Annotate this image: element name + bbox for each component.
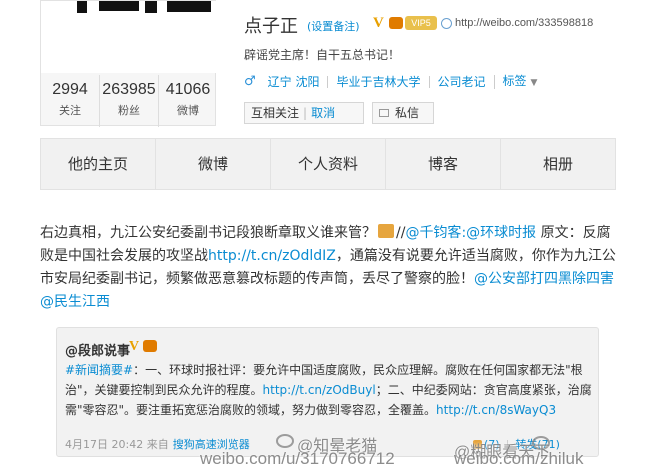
stats-row: 2994 关注 263985 粉丝 41066 微博 bbox=[41, 75, 217, 127]
mention-link[interactable]: @民生江西 bbox=[40, 294, 110, 310]
message-label: 私信 bbox=[395, 106, 420, 120]
follow-status-label: 互相关注 bbox=[251, 106, 300, 120]
chevron-down-icon: ▼ bbox=[530, 77, 538, 88]
weibo-logo-icon bbox=[276, 434, 294, 448]
stat-value: 2994 bbox=[52, 81, 88, 98]
tab-blog[interactable]: 博客 bbox=[386, 139, 501, 189]
mention-link[interactable]: @千钧客 bbox=[405, 225, 461, 241]
retweet-author-link[interactable]: @段郎说事 bbox=[65, 340, 130, 359]
profile-info-row: ♂ 辽宁 沈阳 毕业于吉林大学 公司老记 标签 ▼ bbox=[244, 74, 545, 89]
member-icon[interactable] bbox=[389, 17, 403, 29]
stat-label: 粉丝 bbox=[118, 104, 140, 117]
profile-url-link[interactable]: http://weibo.com/333598818 bbox=[455, 17, 593, 29]
profile-header: 2994 关注 263985 粉丝 41066 微博 点子正 (设置备注) V … bbox=[0, 0, 656, 138]
member-icon[interactable] bbox=[143, 340, 157, 352]
private-message-button[interactable]: 私信 bbox=[372, 102, 434, 124]
set-remark-link[interactable]: (设置备注) bbox=[307, 18, 360, 34]
tags-label: 标签 bbox=[502, 73, 527, 88]
avatar-card: 2994 关注 263985 粉丝 41066 微博 bbox=[40, 0, 217, 127]
short-link[interactable]: http://t.cn/zOdBuyl bbox=[263, 383, 376, 397]
stat-posts[interactable]: 41066 微博 bbox=[159, 75, 217, 127]
mention-link[interactable]: @公安部打四黑除四害 bbox=[474, 271, 614, 287]
stat-value: 41066 bbox=[165, 81, 211, 98]
tab-home[interactable]: 他的主页 bbox=[41, 139, 156, 189]
profile-name: 点子正 bbox=[244, 16, 298, 37]
mail-icon bbox=[379, 109, 389, 117]
mention-link[interactable]: @环球时报 bbox=[466, 225, 536, 241]
location-link[interactable]: 辽宁 沈阳 bbox=[268, 76, 328, 88]
profile-bio: 辟谣党主席！自干五总书记！ bbox=[244, 48, 401, 62]
follow-separator: | bbox=[303, 106, 308, 120]
stat-label: 关注 bbox=[59, 104, 81, 117]
education-link[interactable]: 毕业于吉林大学 bbox=[327, 75, 428, 88]
watermark-url: weibo.com/u/3170766712 bbox=[200, 449, 395, 468]
retweet-body: #新闻摘要#：一、环球时报社评：要允许中国适度腐败，民众应理解。腐败在任何国家都… bbox=[65, 360, 593, 420]
verified-badge-icon[interactable]: V bbox=[373, 16, 384, 31]
male-icon: ♂ bbox=[244, 74, 256, 89]
watermark-url: weibo.com/zhiluk bbox=[454, 449, 584, 468]
stat-following[interactable]: 2994 关注 bbox=[41, 75, 100, 127]
short-link[interactable]: http://t.cn/zOdldIZ bbox=[208, 248, 336, 264]
post-text: 右边真相，九江公安纪委副书记段狼断章取义谁来管？ bbox=[40, 225, 376, 241]
timestamp-link[interactable]: 4月17日 20:42 bbox=[65, 438, 143, 451]
occupation-link[interactable]: 公司老记 bbox=[428, 75, 494, 88]
post-body: 右边真相，九江公安纪委副书记段狼断章取义谁来管？//@千钧客:@环球时报 原文：… bbox=[40, 222, 616, 314]
profile-tabs: 他的主页 微博 个人资料 博客 相册 bbox=[40, 138, 616, 190]
globe-icon bbox=[441, 18, 452, 29]
short-link[interactable]: http://t.cn/8sWayQ3 bbox=[436, 403, 556, 417]
stat-fans[interactable]: 263985 粉丝 bbox=[100, 75, 159, 127]
vip-level-badge[interactable]: VIP5 bbox=[405, 16, 437, 30]
tags-dropdown[interactable]: 标签 ▼ bbox=[493, 73, 546, 89]
hashtag-link[interactable]: #新闻摘要# bbox=[65, 363, 133, 377]
unfollow-link[interactable]: 取消 bbox=[311, 106, 335, 120]
tab-profile-info[interactable]: 个人资料 bbox=[271, 139, 386, 189]
verified-badge-icon[interactable]: V bbox=[129, 339, 139, 355]
stat-label: 微博 bbox=[177, 104, 199, 117]
thumbs-down-icon bbox=[378, 224, 394, 238]
source-prefix: 来自 bbox=[146, 438, 169, 451]
stat-value: 263985 bbox=[102, 81, 156, 98]
avatar[interactable] bbox=[41, 1, 217, 73]
mutual-follow-button[interactable]: 互相关注 | 取消 bbox=[244, 102, 364, 124]
tab-weibo[interactable]: 微博 bbox=[156, 139, 271, 189]
tab-album[interactable]: 相册 bbox=[501, 139, 615, 189]
